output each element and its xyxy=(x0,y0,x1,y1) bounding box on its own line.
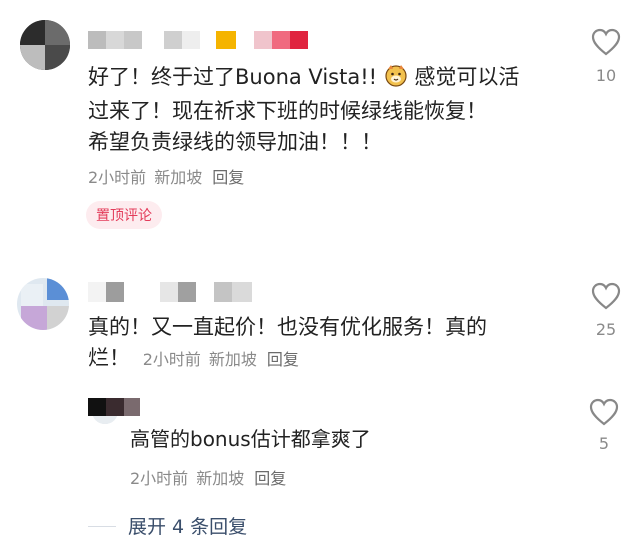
comment-text: 好了！终于过了Buona Vista!! 感觉可以活 过来了！现在祈求下班的时候… xyxy=(88,62,568,158)
comment-time: 2小时前 xyxy=(142,350,201,369)
comment-location: 新加坡 xyxy=(154,168,203,187)
comment-text-line: 过来了！现在祈求下班的时候绿线能恢复！ xyxy=(88,99,487,123)
reply-location: 新加坡 xyxy=(196,469,245,488)
like-count: 25 xyxy=(595,320,617,339)
heart-icon[interactable] xyxy=(584,398,624,426)
comment-meta: 2小时前 新加坡 回复 xyxy=(88,164,244,188)
like-button[interactable]: 5 xyxy=(584,398,624,453)
reply-time: 2小时前 xyxy=(130,469,189,488)
reply-button[interactable]: 回复 xyxy=(212,168,244,187)
reply-text: 高管的bonus估计都拿爽了 xyxy=(130,427,371,451)
comment-text-line: 烂！ xyxy=(88,346,130,370)
comment-text-line: 感觉可以活 xyxy=(414,65,520,89)
reply-button[interactable]: 回复 xyxy=(267,350,299,369)
expand-replies-link[interactable]: 展开 4 条回复 xyxy=(128,512,247,539)
username-blurred[interactable] xyxy=(88,31,308,49)
avatar[interactable] xyxy=(20,20,70,70)
username-blurred[interactable] xyxy=(88,398,140,416)
like-button[interactable]: 10 xyxy=(586,28,626,85)
pinned-badge: 置顶评论 xyxy=(86,201,162,229)
like-button[interactable]: 25 xyxy=(586,282,626,339)
avatar[interactable] xyxy=(17,278,69,330)
comment-meta: 2小时前 新加坡 回复 xyxy=(143,350,299,369)
comment-text-line: 好了！终于过了Buona Vista!! xyxy=(88,65,378,89)
comment-text: 真的！又一直起价！也没有优化服务！真的 烂！ 2小时前 新加坡 回复 xyxy=(88,312,558,375)
comment-time: 2小时前 xyxy=(88,168,147,187)
reply-button[interactable]: 回复 xyxy=(254,469,286,488)
heart-icon[interactable] xyxy=(586,28,626,56)
comment-text-line: 真的！又一直起价！也没有优化服务！真的 xyxy=(88,315,487,339)
username-blurred[interactable] xyxy=(88,282,252,302)
smiling-cat-emoji-icon xyxy=(384,63,408,96)
like-count: 10 xyxy=(595,66,617,85)
comment-text-line: 希望负责绿线的领导加油！！！ xyxy=(88,130,382,154)
comment-location: 新加坡 xyxy=(208,350,257,369)
reply-meta: 2小时前 新加坡 回复 xyxy=(130,465,286,489)
like-count: 5 xyxy=(598,434,610,453)
heart-icon[interactable] xyxy=(586,282,626,310)
expand-divider xyxy=(88,526,116,527)
